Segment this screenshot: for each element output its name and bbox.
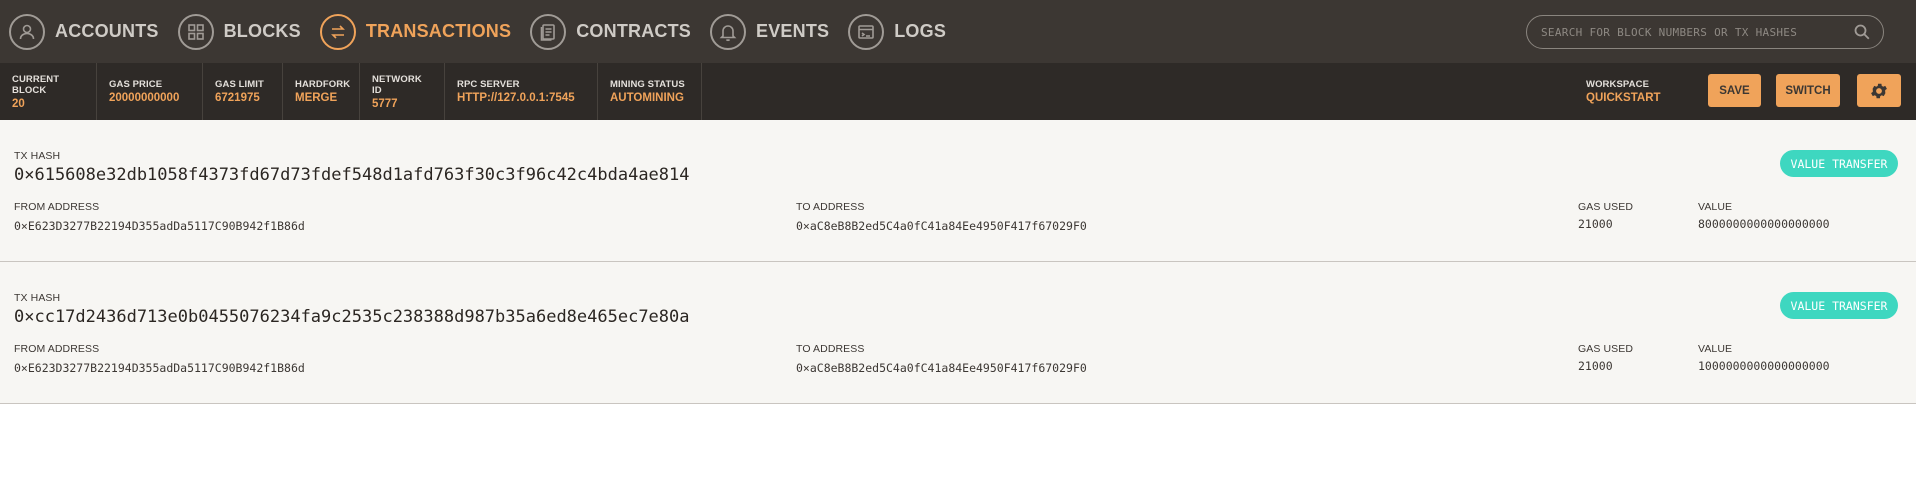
nav-label-contracts: CONTRACTS (576, 21, 692, 41)
nav-label-transactions: TRANSACTIONS (365, 21, 512, 41)
value-amount: 8000000000000000000 (1698, 217, 1830, 231)
settings-button[interactable] (1857, 74, 1901, 107)
stat-label: CURRENT BLOCK (12, 73, 60, 96)
stat-mining-status: MINING STATUS AUTOMINING (598, 63, 702, 120)
value-label: VALUE (1698, 201, 1733, 213)
stat-hardfork: HARDFORK MERGE (283, 63, 360, 120)
top-nav: ACCOUNTS BLOCKS TRANSACTIONS CONTRACTS E… (0, 0, 1916, 63)
to-address-label: TO ADDRESS (796, 343, 865, 355)
tx-hash-label: TX HASH (14, 292, 61, 304)
stat-value: 20 (12, 97, 25, 110)
from-address-label: FROM ADDRESS (14, 343, 100, 355)
tx-type-badge: VALUE TRANSFER (1780, 292, 1898, 319)
workspace-label: WORKSPACE (1586, 79, 1650, 90)
stat-label: MINING STATUS (610, 79, 685, 90)
stat-network-id: NETWORK ID 5777 (360, 63, 445, 120)
stat-label: GAS LIMIT (215, 79, 264, 90)
tx-type-badge: VALUE TRANSFER (1780, 150, 1898, 177)
stat-value: HTTP://127.0.0.1:7545 (457, 92, 575, 104)
stat-label: RPC SERVER (457, 79, 520, 90)
account-icon (9, 13, 45, 50)
value-label: VALUE (1698, 343, 1733, 355)
nav-blocks[interactable]: BLOCKS (169, 0, 311, 63)
stat-value: 5777 (372, 97, 398, 110)
gas-used-value: 21000 (1578, 217, 1613, 231)
nav-logs[interactable]: LOGS (839, 0, 956, 63)
stat-gas-limit: GAS LIMIT 6721975 (203, 63, 283, 120)
transactions-icon (319, 13, 356, 50)
workspace-value: QUICKSTART (1586, 92, 1661, 104)
contracts-icon (530, 13, 567, 50)
transaction-list: TX HASH 0×615608e32db1058f4373fd67d73fde… (0, 120, 1916, 404)
nav-label-events: EVENTS (756, 21, 830, 41)
stat-value: MERGE (295, 92, 338, 104)
workspace-info: WORKSPACE QUICKSTART (1586, 63, 1661, 120)
stat-label: GAS PRICE (109, 79, 163, 90)
bell-icon (710, 13, 747, 50)
stat-value: AUTOMINING (610, 92, 684, 104)
gear-icon (1871, 83, 1887, 98)
tx-hash-value: 0×615608e32db1058f4373fd67d73fdef548d1af… (14, 165, 690, 185)
tx-hash-label: TX HASH (14, 150, 61, 162)
from-address-label: FROM ADDRESS (14, 201, 100, 213)
switch-button[interactable]: SWITCH (1776, 74, 1840, 107)
stat-label: HARDFORK (295, 79, 351, 90)
to-address-value: 0×aC8eB8B2ed5C4a0fC41a84Ee4950F417f67029… (796, 361, 1087, 375)
search-box[interactable] (1526, 15, 1884, 49)
stat-label: NETWORK ID (372, 73, 422, 96)
nav-accounts[interactable]: ACCOUNTS (0, 0, 169, 63)
stat-value: 6721975 (215, 92, 260, 104)
to-address-label: TO ADDRESS (796, 201, 865, 213)
nav-events[interactable]: EVENTS (701, 0, 839, 63)
gas-used-value: 21000 (1578, 359, 1613, 373)
search-icon[interactable] (1853, 23, 1871, 41)
logs-icon (848, 13, 885, 50)
nav-label-blocks: BLOCKS (223, 21, 301, 41)
tx-hash-value: 0×cc17d2436d713e0b0455076234fa9c2535c238… (14, 307, 690, 327)
stat-gas-price: GAS PRICE 20000000000 (97, 63, 203, 120)
value-amount: 1000000000000000000 (1698, 359, 1830, 373)
transaction-row[interactable]: TX HASH 0×cc17d2436d713e0b0455076234fa9c… (0, 262, 1916, 404)
stat-value: 20000000000 (109, 92, 180, 104)
search-input[interactable] (1541, 25, 1853, 39)
nav-label-logs: LOGS (894, 21, 947, 41)
nav-contracts[interactable]: CONTRACTS (521, 0, 701, 63)
transaction-row[interactable]: TX HASH 0×615608e32db1058f4373fd67d73fde… (0, 120, 1916, 262)
stat-rpc-server: RPC SERVER HTTP://127.0.0.1:7545 (445, 63, 598, 120)
nav-label-accounts: ACCOUNTS (55, 21, 159, 41)
blocks-icon (177, 13, 214, 50)
from-address-value: 0×E623D3277B22194D355adDa5117C90B942f1B8… (14, 219, 305, 233)
gas-used-label: GAS USED (1578, 343, 1634, 355)
gas-used-label: GAS USED (1578, 201, 1634, 213)
nav-transactions[interactable]: TRANSACTIONS (311, 0, 521, 63)
from-address-value: 0×E623D3277B22194D355adDa5117C90B942f1B8… (14, 361, 305, 375)
status-bar: CURRENT BLOCK 20 GAS PRICE 20000000000 G… (0, 63, 1916, 120)
stat-current-block: CURRENT BLOCK 20 (0, 63, 97, 120)
save-button[interactable]: SAVE (1708, 74, 1761, 107)
to-address-value: 0×aC8eB8B2ed5C4a0fC41a84Ee4950F417f67029… (796, 219, 1087, 233)
